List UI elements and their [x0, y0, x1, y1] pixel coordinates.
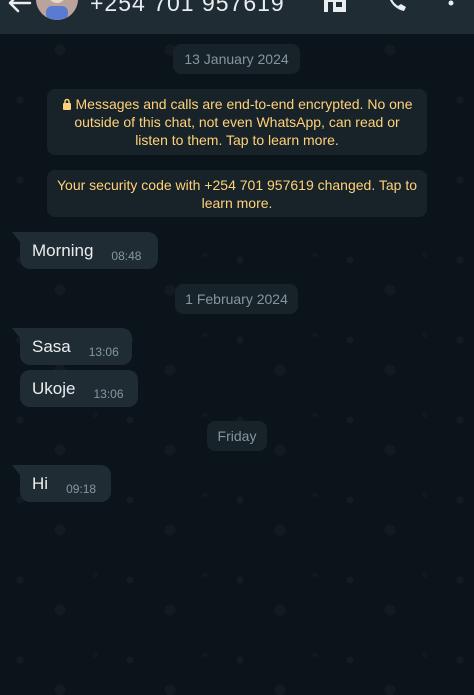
back-arrow-icon[interactable]	[6, 0, 32, 14]
bubble-tail	[12, 328, 20, 338]
date-chip: 1 February 2024	[175, 284, 298, 314]
encryption-notice-text: Messages and calls are end-to-end encryp…	[74, 96, 413, 148]
avatar-image	[36, 0, 78, 20]
lock-icon	[62, 98, 71, 110]
chat-screen: +254 701 957619 13 January 2024 Messages…	[0, 0, 474, 695]
chat-header: +254 701 957619	[0, 0, 474, 34]
message-bubble[interactable]: Sasa 13:06	[12, 328, 132, 365]
security-code-notice[interactable]: Your security code with +254 701 957619 …	[47, 170, 427, 217]
avatar[interactable]	[36, 0, 78, 20]
message-time: 13:06	[88, 344, 119, 359]
message-time: 08:48	[111, 248, 142, 263]
message-time: 09:18	[66, 481, 97, 496]
message-text: Hi	[32, 473, 49, 493]
encryption-notice[interactable]: Messages and calls are end-to-end encryp…	[47, 89, 427, 155]
message-bubble[interactable]: Morning 08:48	[12, 232, 158, 269]
message-text: Sasa	[32, 336, 71, 356]
contact-name[interactable]: +254 701 957619	[90, 0, 285, 17]
date-chip: Friday	[207, 421, 267, 451]
message-text: Morning	[32, 240, 94, 260]
call-icon[interactable]	[384, 0, 410, 14]
bubble-tail	[12, 232, 20, 242]
message-text: Ukoje	[32, 378, 76, 398]
message-bubble[interactable]: Ukoje 13:06	[20, 370, 138, 407]
security-code-notice-text: Your security code with +254 701 957619 …	[57, 177, 417, 211]
message-bubble[interactable]: Hi 09:18	[12, 465, 111, 502]
bubble-tail	[12, 465, 20, 475]
store-icon[interactable]	[322, 0, 348, 14]
date-chip: 13 January 2024	[173, 44, 300, 74]
message-time: 13:06	[93, 386, 124, 401]
more-vert-icon[interactable]	[438, 0, 464, 14]
